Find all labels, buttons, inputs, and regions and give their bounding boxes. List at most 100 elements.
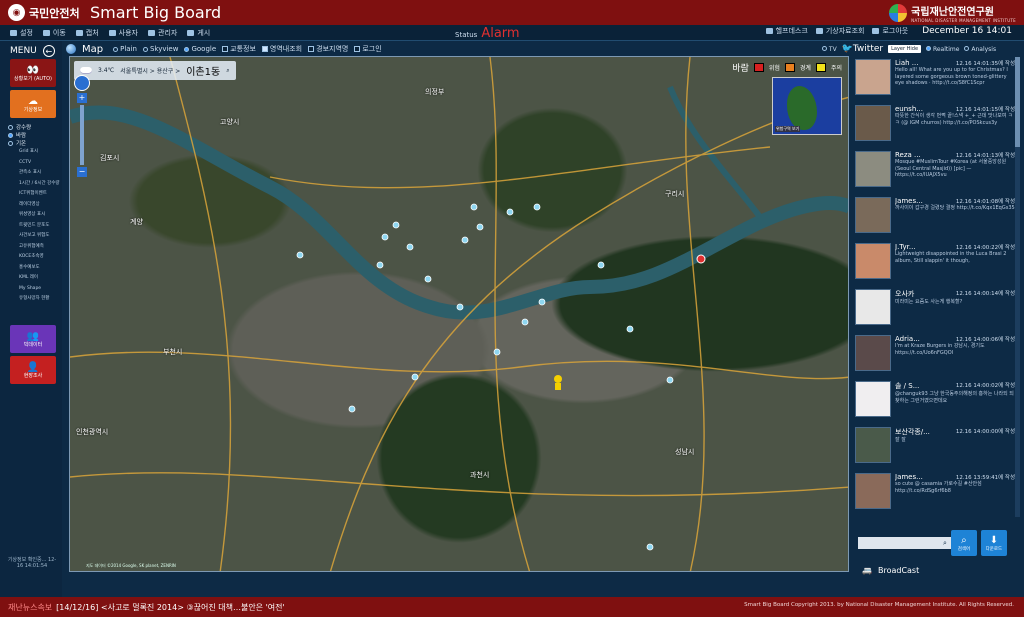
tab-tv[interactable]: TV [822, 45, 837, 53]
zoom-slider[interactable] [80, 105, 84, 165]
tab-realtime[interactable]: Realtime [926, 45, 959, 53]
tab-analysis[interactable]: Analysis [964, 45, 996, 53]
satellite-map[interactable]: 3.4℃ 서울특별시 > 용산구 > 이촌1동 ⌕ 바람 위험 경계 주의 위험… [69, 56, 849, 572]
menu-admin[interactable]: 관리자 [148, 28, 177, 38]
bigdata-button[interactable]: 👥 빅데이터 [10, 325, 56, 353]
legend-swatch-caution [815, 63, 826, 72]
layer-item[interactable]: My Shape [8, 284, 60, 295]
checkbox[interactable] [261, 46, 268, 52]
download-button[interactable]: ⬇ 다운로드 [980, 530, 1007, 556]
option-plain[interactable]: Plain [113, 45, 137, 53]
copyright: Smart Big Board Copyright 2013. by Natio… [744, 602, 1014, 608]
field-survey-button[interactable]: 👤 현장조사 [10, 356, 56, 384]
menu-post[interactable]: 게시 [187, 28, 210, 38]
legend-label-danger: 위험 [768, 65, 780, 72]
checkbox[interactable] [354, 46, 361, 52]
layer-item[interactable]: KML 레이 [8, 273, 60, 284]
radio-dot[interactable] [113, 46, 119, 52]
layer-item[interactable]: Grid 표시 [8, 147, 60, 158]
radio-dot[interactable] [8, 140, 13, 146]
layer-item[interactable]: 1시간 / 6시간 강수량 [8, 179, 60, 190]
zoom-in-button[interactable]: + [77, 93, 87, 103]
auto-situation-button[interactable]: 👀 상황보기 (AUTO) [10, 59, 56, 87]
radio-dot[interactable] [142, 46, 148, 52]
radio-dot[interactable] [8, 124, 13, 130]
scrollbar-thumb[interactable] [1015, 57, 1020, 147]
korea-landmass [787, 86, 817, 130]
layer-item[interactable]: 트윗민드 분포도 [8, 221, 60, 232]
tweet-time: 12.16 14:00:14에 작성 [955, 291, 1015, 297]
option-skyview[interactable]: Skyview [142, 45, 178, 53]
menu-user[interactable]: 사용자 [108, 28, 138, 38]
layer-item[interactable]: KOCE초속영 [8, 252, 60, 263]
radio-temperature[interactable]: 기온 [8, 139, 60, 147]
tweet-item[interactable]: Adria... 12.16 14:00:06에 작성 I'm at Kraze B… [855, 333, 1015, 379]
radio-dot[interactable] [964, 45, 970, 51]
tab-twitter[interactable]: 🐦Twitter [842, 44, 883, 54]
tweet-item[interactable]: James... 12.16 13:59:41에 작성 so cute @ casa… [855, 471, 1015, 517]
avatar [855, 289, 891, 325]
institute-name: 국립재난안전연구원 [911, 7, 994, 18]
zoom-out-button[interactable]: − [77, 167, 87, 177]
menu-move[interactable]: 이동 [42, 28, 66, 38]
radio-rainfall[interactable]: 강수량 [8, 123, 60, 131]
tweet-item[interactable]: 보산각종/... 12.16 14:00:00에 작성 잘 잘 [855, 425, 1015, 471]
radio-wind[interactable]: 바람 [8, 131, 60, 139]
tweet-item[interactable]: 솔 / S... 12.16 14:00:02에 작성 @changuk93 그냥 … [855, 379, 1015, 425]
layer-item[interactable]: CCTV [8, 158, 60, 169]
menu-weather-data[interactable]: 기상자료조회 [815, 26, 864, 36]
tweet-feed[interactable]: Liah ... 12.16 14:01:35에 작성 Hello all! Wha… [855, 57, 1015, 517]
weather-info-button[interactable]: ☁ 기상정보 [10, 90, 56, 118]
broadcast-button[interactable]: 🚐 BroadCast [862, 566, 919, 575]
search-icon[interactable]: ⌕ [226, 67, 229, 75]
checkbox[interactable] [308, 46, 315, 52]
tweet-item[interactable]: 오사카 12.16 14:00:14에 작성 미라미는 요즘도 사는게 행복할? [855, 287, 1015, 333]
option-google[interactable]: Google [184, 45, 216, 53]
tweet-item[interactable]: Liah ... 12.16 14:01:35에 작성 Hello all! Wha… [855, 57, 1015, 103]
layer-item[interactable]: 고유위험예측 [8, 242, 60, 253]
legend-swatch-warning [784, 63, 795, 72]
back-arrow-icon[interactable]: ← [42, 45, 55, 57]
option-alert-area-name[interactable]: 경보지역명 [308, 44, 348, 54]
layer-item[interactable]: 위성영상 표시 [8, 210, 60, 221]
search-input[interactable] [858, 537, 953, 549]
overview-minimap[interactable]: 위험구역 보기 [772, 77, 842, 135]
radio-dot[interactable] [184, 46, 190, 52]
tweet-text: Mosque #MuslimTour #Korea (at 서울중앙성원 (Se… [895, 159, 1007, 178]
layer-item[interactable]: 사건보고 위험도 [8, 231, 60, 242]
option-area-search[interactable]: 영역내조회 [261, 44, 302, 54]
tweet-item[interactable]: Reza ... 12.16 14:01:13에 작성 Mosque #Muslim… [855, 149, 1015, 195]
tweet-scrollbar[interactable] [1015, 57, 1020, 517]
radio-dot[interactable] [8, 132, 13, 138]
auto-situation-label: 상황보기 (AUTO) [14, 75, 52, 82]
search-button[interactable]: ⌕ 검색어 [950, 530, 977, 556]
layer-item[interactable]: 레이더영상 [8, 200, 60, 211]
tweet-text: 까사이이 갑구경 걸렸당 결정 http://t.co/Kqx1EqGs35 [895, 205, 1015, 211]
avatar [855, 381, 891, 417]
tweet-time: 12.16 14:01:08에 작성 [955, 199, 1015, 205]
tweet-item[interactable]: eunsh... 12.16 14:01:15에 작성 따뜻한 간식이 생각 번쩍 … [855, 103, 1015, 149]
pan-control[interactable] [74, 75, 90, 91]
tweet-item[interactable]: James... 12.16 14:01:08에 작성 까사이이 갑구경 걸렸당 결… [855, 195, 1015, 241]
checkbox[interactable] [222, 46, 229, 52]
menu-logout[interactable]: 로그아웃 [872, 26, 908, 36]
radio-dot[interactable] [822, 45, 827, 51]
layer-item[interactable]: 유형사망자 현황 [8, 294, 60, 305]
search-icon[interactable]: ⌕ [943, 539, 947, 548]
menu-settings[interactable]: 설정 [10, 28, 33, 38]
layer-item[interactable]: 관측소 표시 [8, 168, 60, 179]
menu-helpdesk[interactable]: 헬프데스크 [765, 26, 808, 36]
layer-item[interactable]: ICT위험이벤트 [8, 189, 60, 200]
tweet-text: Hello all! What are you up to for Christ… [895, 67, 1008, 86]
option-traffic[interactable]: 교통정보 [222, 44, 256, 54]
menu-capture[interactable]: 캡처 [75, 28, 99, 38]
option-login[interactable]: 로그인 [354, 44, 382, 54]
layer-item[interactable]: 홍수예보도 [8, 263, 60, 274]
status-alarm[interactable]: Alarm [481, 26, 519, 41]
minimap-label[interactable]: 위험구역 보기 [775, 126, 801, 132]
magnifier-icon: ⌕ [961, 534, 967, 546]
ticker-headline[interactable]: [14/12/16] <사고로 멀록진 2014> ③끊어진 대책…불안은 '여… [56, 602, 285, 613]
radio-dot[interactable] [926, 45, 932, 51]
tweet-item[interactable]: J.Tyr... 12.16 14:00:22에 작성 Lightweight di… [855, 241, 1015, 287]
layer-hide-button[interactable]: Layer Hide [888, 45, 922, 53]
